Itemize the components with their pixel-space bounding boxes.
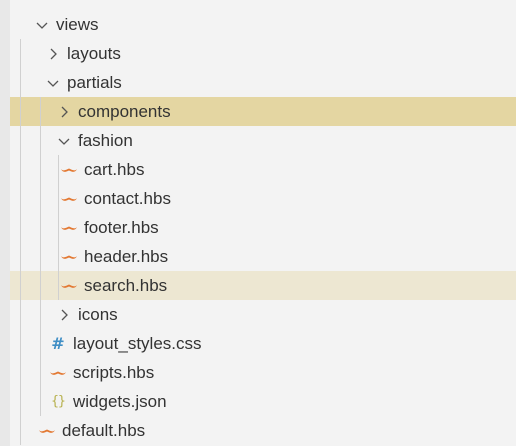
indent-guide [20, 126, 21, 155]
tree-item-label: components [78, 102, 171, 121]
handlebars-file-icon [60, 191, 78, 207]
indent-guide [40, 155, 41, 184]
handlebars-file-icon [38, 423, 56, 439]
file-tree: views layouts partials components fashion car… [0, 10, 516, 445]
chevron-right-icon[interactable] [56, 104, 72, 120]
indent-guide [20, 271, 21, 300]
tree-item-label: footer.hbs [84, 218, 159, 237]
tree-item-label: icons [78, 305, 118, 324]
chevron-down-icon[interactable] [34, 17, 50, 33]
tree-item-label: scripts.hbs [73, 363, 155, 382]
handlebars-file-icon [60, 220, 78, 236]
chevron-right-icon[interactable] [45, 46, 61, 62]
indent-guide [40, 184, 41, 213]
indent-guide [40, 97, 41, 126]
tree-item-label: widgets.json [73, 392, 167, 411]
json-file-icon: {} [51, 393, 66, 409]
chevron-right-icon[interactable] [56, 307, 72, 323]
indent-guide [20, 416, 21, 445]
tree-item-label: search.hbs [84, 276, 168, 295]
indent-guide [58, 155, 59, 184]
tree-item-label: layout_styles.css [73, 334, 202, 353]
indent-guide [40, 300, 41, 329]
indent-guide [20, 358, 21, 387]
tree-item-cart-hbs[interactable]: cart.hbs [0, 155, 516, 184]
tree-item-components[interactable]: components [10, 97, 516, 126]
indent-guide [20, 329, 21, 358]
tree-item-fashion[interactable]: fashion [0, 126, 516, 155]
indent-guide [20, 387, 21, 416]
tree-item-label: partials [67, 73, 122, 92]
tree-item-icons[interactable]: icons [0, 300, 516, 329]
indent-guide [40, 213, 41, 242]
tree-item-search-hbs[interactable]: search.hbs [10, 271, 516, 300]
indent-guide [20, 300, 21, 329]
tree-item-label: views [56, 15, 99, 34]
indent-guide [20, 97, 21, 126]
tree-item-label: fashion [78, 131, 133, 150]
chevron-down-icon[interactable] [45, 75, 61, 91]
indent-guide [58, 242, 59, 271]
handlebars-file-icon [60, 278, 78, 294]
indent-guide [58, 213, 59, 242]
tree-item-scripts-hbs[interactable]: scripts.hbs [0, 358, 516, 387]
handlebars-file-icon [60, 249, 78, 265]
indent-guide [40, 358, 41, 387]
chevron-down-icon[interactable] [56, 133, 72, 149]
tree-item-widgets-json[interactable]: {} widgets.json [0, 387, 516, 416]
tree-item-footer-hbs[interactable]: footer.hbs [0, 213, 516, 242]
indent-guide [20, 213, 21, 242]
handlebars-file-icon [60, 162, 78, 178]
handlebars-file-icon [49, 365, 67, 381]
indent-guide [40, 271, 41, 300]
indent-guide [40, 387, 41, 416]
tree-item-label: cart.hbs [84, 160, 145, 179]
file-explorer: views layouts partials components fashion car… [0, 0, 516, 446]
tree-item-layouts[interactable]: layouts [0, 39, 516, 68]
indent-guide [20, 242, 21, 271]
tree-item-header-hbs[interactable]: header.hbs [0, 242, 516, 271]
indent-guide [20, 39, 21, 68]
indent-guide [20, 155, 21, 184]
indent-guide [40, 329, 41, 358]
tree-item-label: default.hbs [62, 421, 146, 440]
tree-item-label: layouts [67, 44, 121, 63]
indent-guide [58, 184, 59, 213]
css-file-icon: # [51, 333, 65, 353]
tree-item-label: header.hbs [84, 247, 169, 266]
tree-item-default-hbs[interactable]: default.hbs [0, 416, 516, 445]
indent-guide [20, 68, 21, 97]
indent-guide [58, 271, 59, 300]
tree-item-label: contact.hbs [84, 189, 171, 208]
indent-guide [40, 126, 41, 155]
tree-item-layout-styles-css[interactable]: # layout_styles.css [0, 329, 516, 358]
tree-item-views[interactable]: views [0, 10, 516, 39]
indent-guide [20, 184, 21, 213]
tree-item-contact-hbs[interactable]: contact.hbs [0, 184, 516, 213]
indent-guide [40, 242, 41, 271]
tree-item-partials[interactable]: partials [0, 68, 516, 97]
